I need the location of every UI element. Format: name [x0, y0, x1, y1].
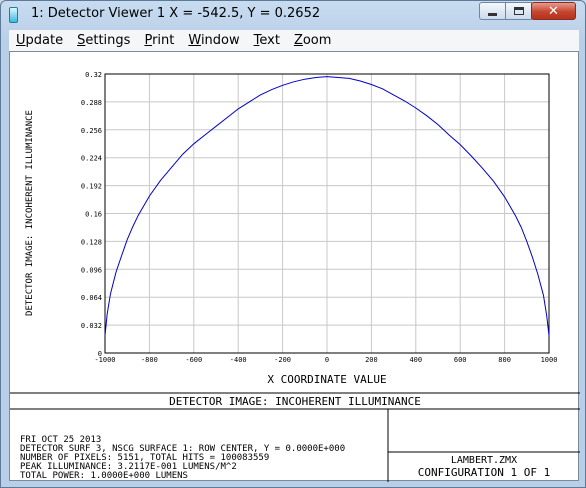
minimize-button[interactable] [479, 2, 506, 20]
grid-layer [104, 73, 550, 354]
menu-text[interactable]: Text [247, 33, 287, 48]
window-title: 1: Detector Viewer 1 X = -542.5, Y = 0.2… [31, 6, 321, 21]
y-tick-label: 0.288 [81, 99, 102, 107]
y-tick-label: 0 [98, 350, 102, 358]
close-icon: ✕ [548, 3, 559, 19]
minimize-icon [488, 13, 497, 16]
y-tick-label: 0.064 [81, 294, 102, 302]
configuration-label: CONFIGURATION 1 OF 1 [418, 466, 550, 479]
file-name: LAMBERT.ZMX [451, 455, 517, 466]
detector-viewer-window: 1: Detector Viewer 1 X = -542.5, Y = 0.2… [0, 0, 586, 488]
x-axis-label: X COORDINATE VALUE [267, 373, 386, 386]
detector-plot: -1000 -800 -600 -400 -200 0 200 400 600 800 100000… [10, 71, 580, 482]
info-line: TOTAL POWER: 1.0000E+000 LUMENS [20, 471, 188, 481]
menu-zoom[interactable]: Zoom [287, 33, 338, 48]
menu-settings[interactable]: Settings [70, 33, 137, 48]
x-tick-label: 1000 [541, 356, 558, 364]
x-tick-label: -600 [185, 356, 202, 364]
maximize-icon [513, 7, 524, 15]
x-tick-label: -800 [141, 356, 158, 364]
x-tick-label: 800 [498, 356, 511, 364]
y-tick-label: 0.096 [81, 266, 102, 274]
y-tick-label: 0.192 [81, 183, 102, 191]
app-icon[interactable] [9, 7, 18, 23]
x-tick-label: 400 [409, 356, 422, 364]
y-tick-label: 0.128 [81, 238, 102, 246]
maximize-button[interactable] [505, 2, 532, 20]
menu-window[interactable]: Window [181, 33, 246, 48]
y-tick-label: 0.224 [81, 155, 102, 163]
y-tick-label: 0.32 [85, 71, 102, 79]
menu-bar: Update Settings Print Window Text Zoom [9, 30, 579, 51]
title-bar[interactable]: 1: Detector Viewer 1 X = -542.5, Y = 0.2… [1, 1, 585, 29]
y-tick-label: 0.16 [85, 211, 102, 219]
menu-update[interactable]: Update [9, 33, 70, 48]
x-tick-label: 600 [454, 356, 467, 364]
caption: DETECTOR IMAGE: INCOHERENT ILLUMINANCE [169, 395, 421, 408]
plot-area[interactable]: -1000 -800 -600 -400 -200 0 200 400 600 800 1000 0 0… [9, 51, 580, 482]
y-tick-label: 0.032 [81, 322, 102, 330]
y-axis-label: DETECTOR IMAGE: INCOHERENT ILLUMINANCE [25, 110, 35, 316]
x-tick-label: 0 [325, 356, 329, 364]
close-button[interactable]: ✕ [531, 2, 576, 20]
x-tick-label: -200 [274, 356, 291, 364]
menu-print[interactable]: Print [137, 33, 181, 48]
x-tick-label: -400 [230, 356, 247, 364]
x-tick-label: 200 [365, 356, 378, 364]
tick-labels: -1000 -800 -600 -400 -200 0 200 400 600 800 100000… [81, 71, 558, 364]
y-tick-label: 0.256 [81, 127, 102, 135]
